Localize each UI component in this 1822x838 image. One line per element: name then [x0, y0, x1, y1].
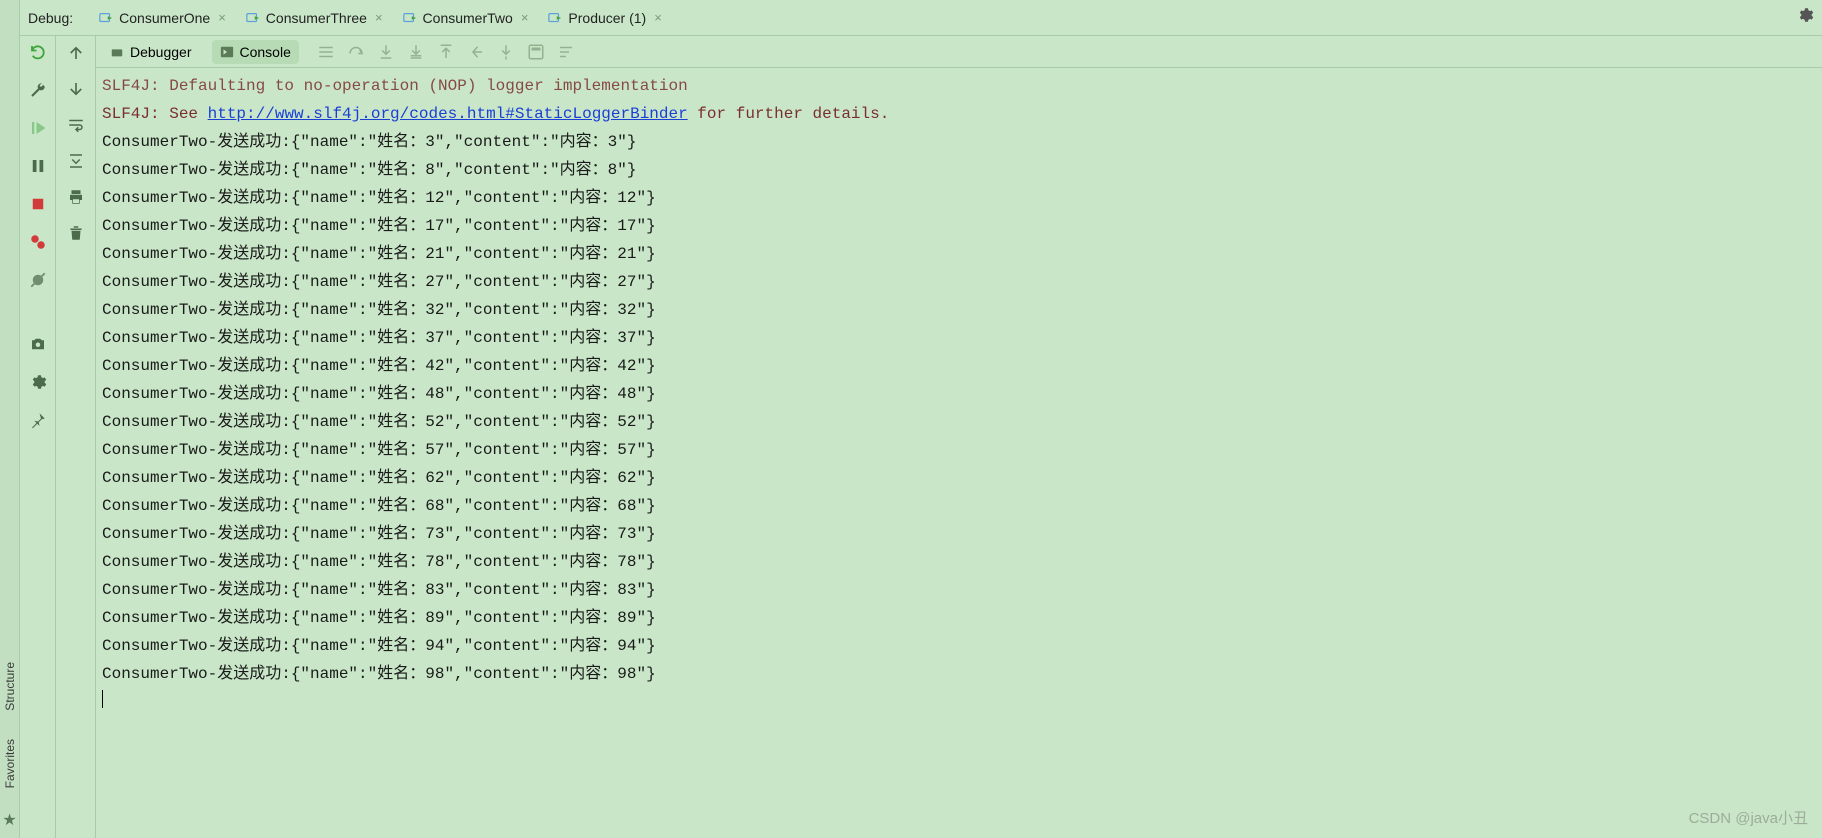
arrow-down-icon[interactable] — [65, 78, 87, 100]
run-tab-consumer-three[interactable]: ConsumerThree × — [238, 6, 391, 30]
console-icon — [220, 45, 234, 59]
log-line: ConsumerTwo-发送成功:{"name":"姓名：48","conten… — [102, 380, 1822, 408]
run-to-cursor-icon[interactable] — [497, 43, 515, 61]
log-line: ConsumerTwo-发送成功:{"name":"姓名：17","conten… — [102, 212, 1822, 240]
step-into-icon[interactable] — [377, 43, 395, 61]
close-icon[interactable]: × — [521, 10, 529, 25]
debugger-tab-label: Debugger — [130, 44, 192, 60]
run-tab-producer[interactable]: Producer (1) × — [540, 6, 669, 30]
log-line: ConsumerTwo-发送成功:{"name":"姓名：32","conten… — [102, 296, 1822, 324]
rerun-icon[interactable] — [28, 42, 48, 62]
run-config-icon — [403, 11, 417, 25]
debug-header: Debug: ConsumerOne × ConsumerThree × — [20, 0, 1822, 36]
camera-icon[interactable] — [28, 334, 48, 354]
run-config-icon — [246, 11, 260, 25]
evaluate-icon[interactable] — [527, 43, 545, 61]
log-line: ConsumerTwo-发送成功:{"name":"姓名：21","conten… — [102, 240, 1822, 268]
log-line: ConsumerTwo-发送成功:{"name":"姓名：83","conten… — [102, 576, 1822, 604]
close-icon[interactable]: × — [654, 10, 662, 25]
trace-icon[interactable] — [557, 43, 575, 61]
run-tab-label: ConsumerTwo — [423, 10, 513, 26]
log-link[interactable]: http://www.slf4j.org/codes.html#StaticLo… — [208, 105, 688, 123]
log-line: ConsumerTwo-发送成功:{"name":"姓名：3","content… — [102, 128, 1822, 156]
trash-icon[interactable] — [65, 222, 87, 244]
arrow-up-icon[interactable] — [65, 42, 87, 64]
run-tab-consumer-two[interactable]: ConsumerTwo × — [395, 6, 537, 30]
debugger-icon — [110, 45, 124, 59]
run-config-icon — [548, 11, 562, 25]
soft-wrap-icon[interactable] — [65, 114, 87, 136]
debug-step-toolbar — [317, 43, 575, 61]
debug-title: Debug: — [28, 10, 73, 26]
close-icon[interactable]: × — [218, 10, 226, 25]
log-line: SLF4J: See http://www.slf4j.org/codes.ht… — [102, 100, 1822, 128]
log-line: ConsumerTwo-发送成功:{"name":"姓名：98","conten… — [102, 660, 1822, 688]
log-line: ConsumerTwo-发送成功:{"name":"姓名：94","conten… — [102, 632, 1822, 660]
console-tab[interactable]: Console — [212, 40, 299, 64]
threads-icon[interactable] — [317, 43, 335, 61]
log-line: ConsumerTwo-发送成功:{"name":"姓名：89","conten… — [102, 604, 1822, 632]
side-tab-structure[interactable]: Structure — [3, 656, 17, 717]
pin-icon[interactable] — [28, 410, 48, 430]
console-output[interactable]: SLF4J: Defaulting to no-operation (NOP) … — [96, 68, 1822, 838]
ide-left-gutter: Structure Favorites ★ — [0, 0, 20, 838]
scroll-to-end-icon[interactable] — [65, 150, 87, 172]
log-line: ConsumerTwo-发送成功:{"name":"姓名：62","conten… — [102, 464, 1822, 492]
log-line: ConsumerTwo-发送成功:{"name":"姓名：68","conten… — [102, 492, 1822, 520]
log-line: SLF4J: Defaulting to no-operation (NOP) … — [102, 72, 1822, 100]
resume-icon[interactable] — [28, 118, 48, 138]
console-tab-label: Console — [240, 44, 291, 60]
pause-icon[interactable] — [28, 156, 48, 176]
close-icon[interactable]: × — [375, 10, 383, 25]
mute-breakpoints-icon[interactable] — [28, 270, 48, 290]
debugger-tab[interactable]: Debugger — [102, 40, 200, 64]
run-tab-label: ConsumerThree — [266, 10, 367, 26]
log-line: ConsumerTwo-发送成功:{"name":"姓名：78","conten… — [102, 548, 1822, 576]
log-line: ConsumerTwo-发送成功:{"name":"姓名：12","conten… — [102, 184, 1822, 212]
print-icon[interactable] — [65, 186, 87, 208]
log-line: ConsumerTwo-发送成功:{"name":"姓名：37","conten… — [102, 324, 1822, 352]
step-over-icon[interactable] — [347, 43, 365, 61]
stop-icon[interactable] — [28, 194, 48, 214]
gear-icon[interactable] — [1796, 6, 1814, 29]
side-tab-favorites[interactable]: Favorites — [3, 733, 17, 794]
run-tab-consumer-one[interactable]: ConsumerOne × — [91, 6, 234, 30]
log-line: ConsumerTwo-发送成功:{"name":"姓名：73","conten… — [102, 520, 1822, 548]
log-line: ConsumerTwo-发送成功:{"name":"姓名：8","content… — [102, 156, 1822, 184]
drop-frame-icon[interactable] — [467, 43, 485, 61]
star-icon: ★ — [2, 810, 16, 830]
console-nav-column — [56, 36, 96, 838]
log-line: ConsumerTwo-发送成功:{"name":"姓名：57","conten… — [102, 436, 1822, 464]
debug-action-column — [20, 36, 56, 838]
force-step-into-icon[interactable] — [407, 43, 425, 61]
step-out-icon[interactable] — [437, 43, 455, 61]
run-tab-label: ConsumerOne — [119, 10, 210, 26]
debug-subtabs: Debugger Console — [96, 36, 1822, 68]
run-tab-label: Producer (1) — [568, 10, 646, 26]
log-line: ConsumerTwo-发送成功:{"name":"姓名：52","conten… — [102, 408, 1822, 436]
settings-icon[interactable] — [28, 372, 48, 392]
view-breakpoints-icon[interactable] — [28, 232, 48, 252]
wrench-icon[interactable] — [28, 80, 48, 100]
log-line: ConsumerTwo-发送成功:{"name":"姓名：42","conten… — [102, 352, 1822, 380]
run-config-icon — [99, 11, 113, 25]
log-line: ConsumerTwo-发送成功:{"name":"姓名：27","conten… — [102, 268, 1822, 296]
caret-line — [102, 688, 1822, 716]
